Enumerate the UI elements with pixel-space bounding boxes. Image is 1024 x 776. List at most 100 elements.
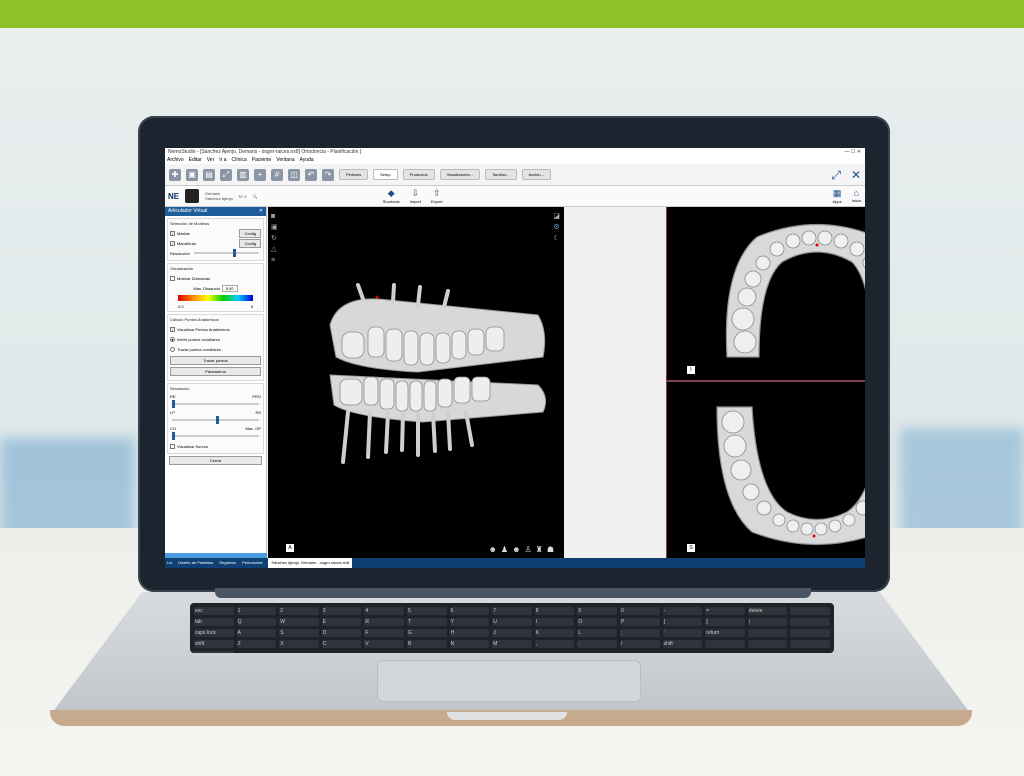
print-icon[interactable]: ▥ bbox=[237, 168, 249, 181]
keyboard-key: shift bbox=[662, 640, 703, 648]
layout-icon[interactable]: ◫ bbox=[288, 168, 300, 181]
crosshair-icon[interactable]: + bbox=[254, 168, 266, 181]
tab-visualizacion[interactable]: Visualización... bbox=[439, 169, 481, 180]
tab-accion[interactable]: Acción... bbox=[521, 169, 551, 180]
view-right-profile-icon[interactable]: ☻ bbox=[488, 545, 500, 554]
search-icon[interactable]: 🔍 bbox=[253, 194, 258, 199]
menu-ir-a[interactable]: Ir a bbox=[219, 156, 226, 164]
maxilar-config-button[interactable]: Config bbox=[239, 228, 261, 238]
keyboard-key: W bbox=[279, 618, 319, 626]
view-top-icon[interactable]: ♙ bbox=[524, 545, 535, 554]
lp-rs-labels: LP RS bbox=[170, 409, 261, 415]
window-controls[interactable]: — ☐ ✕ bbox=[845, 148, 861, 156]
inferir-puntos-radio[interactable]: ● bbox=[170, 336, 175, 342]
scale-max: 5 bbox=[250, 303, 253, 309]
status-tab-plantillas[interactable]: Diseño de Plantillas bbox=[178, 558, 213, 568]
status-tab-registros[interactable]: Registros bbox=[219, 558, 236, 568]
viewport-upper-arch[interactable]: I bbox=[667, 207, 865, 380]
fullscreen-icon[interactable]: ⤢ bbox=[831, 168, 841, 183]
fit-screen-icon[interactable]: ⤢ bbox=[220, 168, 232, 181]
keyboard-key: 9 bbox=[577, 607, 617, 615]
view-bottom-icon[interactable]: ☗ bbox=[547, 545, 558, 554]
viewport-3d-frontal[interactable]: A ◙ ▣ ↻ △ ≡ ◪ ⚙ ☾ ☻♟☻♙♜☗ bbox=[268, 207, 564, 558]
calculo-section-title: Cálculo Puntos Anatómicos bbox=[170, 317, 219, 322]
import-button[interactable]: ⇩ Import bbox=[410, 188, 421, 204]
maxilar-checkbox[interactable]: ✓ bbox=[170, 230, 175, 236]
lp-label: LP bbox=[170, 409, 175, 415]
camera-icon[interactable]: ◙ bbox=[271, 211, 278, 222]
view-left-profile-icon[interactable]: ☻ bbox=[512, 545, 524, 554]
tab-tamanos[interactable]: Tamños... bbox=[485, 169, 517, 180]
laptop-screen: NemoStudio - [Sánchez Ajenjo, Demaris - … bbox=[165, 148, 865, 568]
mandibula-config-button[interactable]: Config bbox=[239, 238, 261, 248]
layers-icon[interactable]: ▣ bbox=[186, 168, 198, 181]
image-icon[interactable]: ▣ bbox=[271, 222, 278, 233]
keyboard-key: 5 bbox=[406, 607, 447, 615]
tab-productos[interactable]: Productos bbox=[402, 169, 435, 180]
tab-pintinois[interactable]: Pintinois bbox=[339, 169, 369, 180]
layers-stack-icon[interactable]: ≡ bbox=[271, 255, 278, 266]
visualizar-surcos-checkbox[interactable] bbox=[170, 443, 175, 449]
parametros-button[interactable]: Parámetros bbox=[170, 367, 261, 376]
re-pro-slider[interactable] bbox=[172, 400, 259, 408]
view-front-icon[interactable]: ♟ bbox=[501, 545, 512, 554]
export-button[interactable]: ⇧ Export bbox=[431, 188, 443, 204]
cube-view-icon[interactable]: ◪ bbox=[553, 211, 560, 222]
menu-archivo[interactable]: Archivo bbox=[167, 156, 184, 164]
shortcuts-button[interactable]: ◆ Shortcuts bbox=[383, 188, 400, 204]
keyboard-key: 3 bbox=[321, 607, 362, 615]
resolucion-slider[interactable] bbox=[193, 249, 259, 257]
new-file-icon[interactable]: ✚ bbox=[169, 168, 181, 181]
re-pro-slider-thumb[interactable] bbox=[172, 400, 175, 408]
panel-close-icon[interactable]: ✕ bbox=[259, 207, 263, 216]
moon-icon[interactable]: ☾ bbox=[553, 233, 560, 244]
close-icon[interactable]: ✕ bbox=[851, 168, 861, 183]
keyboard-key bbox=[705, 640, 745, 648]
apps-button[interactable]: ▦ Apps bbox=[833, 188, 842, 204]
lp-rs-slider-thumb[interactable] bbox=[215, 416, 219, 424]
undo-icon[interactable]: ↶ bbox=[305, 168, 317, 181]
lp-rs-slider[interactable] bbox=[172, 416, 259, 424]
mandibula-checkbox[interactable]: ✓ bbox=[170, 240, 175, 246]
viewport-lower-arch[interactable]: S bbox=[667, 382, 865, 558]
models-section-title: Selección de Modelos bbox=[170, 221, 210, 226]
mostrar-distancias-checkbox[interactable] bbox=[170, 275, 175, 281]
menu-ventana[interactable]: Ventana bbox=[276, 156, 294, 164]
keyboard-key: G bbox=[406, 629, 447, 637]
grid-icon[interactable]: # bbox=[271, 168, 283, 181]
co-maxop-slider-thumb[interactable] bbox=[172, 432, 175, 440]
keyboard-key: / bbox=[619, 640, 660, 648]
warning-icon[interactable]: △ bbox=[271, 244, 278, 255]
status-tab-current-file[interactable]: Sánchez Ajenjo, Demaris - osgrn-raices.n… bbox=[268, 558, 353, 568]
keyboard-key: S bbox=[279, 629, 319, 637]
menu-editar[interactable]: Editar bbox=[189, 156, 202, 164]
view-full-body-icon[interactable]: ♜ bbox=[536, 545, 547, 554]
keyboard-key: B bbox=[406, 640, 447, 648]
keyboard-key: D bbox=[321, 629, 362, 637]
settings-view-icon[interactable]: ⚙ bbox=[553, 222, 560, 233]
menu-clinica[interactable]: Clínica bbox=[232, 156, 247, 164]
apps-grid-icon: ▦ bbox=[832, 188, 842, 198]
rotate-icon[interactable]: ↻ bbox=[271, 233, 278, 244]
resolucion-slider-thumb[interactable] bbox=[232, 249, 236, 257]
menu-ayuda[interactable]: Ayuda bbox=[300, 156, 314, 164]
keyboard-key: F bbox=[364, 629, 404, 637]
trazar-puntos-radio[interactable] bbox=[170, 346, 175, 352]
max-distancia-input[interactable]: 5,00 bbox=[221, 284, 238, 292]
panel-title: Articulador Virtual bbox=[168, 208, 208, 214]
co-maxop-labels: CO Max. OP bbox=[170, 425, 261, 431]
trazar-puntos-button[interactable]: Trazar puntos bbox=[170, 356, 261, 365]
visualizar-puntos-checkbox[interactable]: ✓ bbox=[170, 326, 175, 332]
laptop-hinge bbox=[215, 588, 811, 598]
save-icon[interactable]: ▤ bbox=[203, 168, 215, 181]
mandibula-row: ✓ Mandíbula Config bbox=[170, 238, 261, 248]
menu-ver[interactable]: Ver bbox=[207, 156, 215, 164]
tab-setup[interactable]: Setup bbox=[373, 169, 398, 180]
home-button[interactable]: ⌂ Inicio bbox=[852, 188, 861, 204]
status-tab-periodontal[interactable]: Periodontal bbox=[242, 558, 262, 568]
menu-paciente[interactable]: Paciente bbox=[252, 156, 271, 164]
cerrar-button[interactable]: Cerrar bbox=[169, 456, 262, 465]
status-tab-lis[interactable]: Lis bbox=[167, 558, 172, 568]
redo-icon[interactable]: ↷ bbox=[322, 168, 334, 181]
co-maxop-slider[interactable] bbox=[172, 432, 259, 440]
